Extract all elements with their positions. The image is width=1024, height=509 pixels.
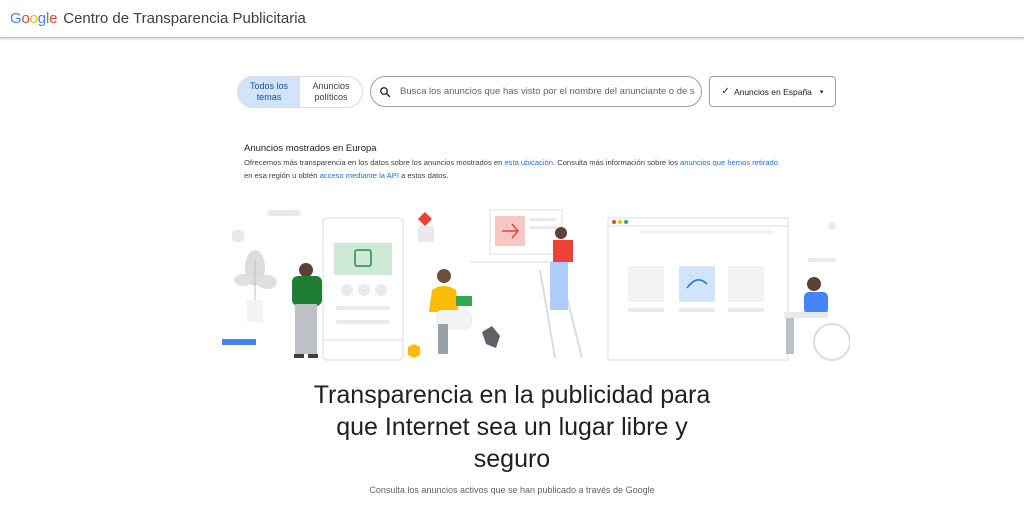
hero-subline: Consulta los anuncios activos que se han…	[369, 485, 655, 495]
top-bar: Google Centro de Transparencia Publicita…	[0, 0, 1024, 38]
check-icon: ✓	[721, 86, 730, 97]
notice-text: Ofrecemos más transparencia en los datos…	[244, 157, 844, 182]
search-icon	[380, 86, 391, 97]
region-label: Anuncios en España	[733, 86, 812, 97]
europe-notice: Anuncios mostrados en Europa Ofrecemos m…	[244, 143, 844, 182]
logo-letter: G	[10, 10, 22, 27]
phone-mockup	[322, 217, 404, 361]
link-api-access[interactable]: acceso mediante la API	[320, 171, 399, 180]
person-wheelchair-illustration	[784, 277, 850, 361]
browser-mockup	[607, 217, 789, 361]
logo-letter: o	[21, 10, 30, 27]
person-green-illustration	[292, 263, 322, 358]
notice-title: Anuncios mostrados en Europa	[244, 143, 377, 154]
person-yellow-illustration	[429, 269, 500, 354]
notice-text-part: a estos datos.	[398, 170, 449, 180]
google-logo[interactable]: Google	[10, 10, 57, 27]
hero-illustration	[222, 209, 850, 361]
logo-letter: e	[49, 10, 58, 27]
tab-political-ads[interactable]: Anuncios políticos	[300, 77, 362, 107]
region-selector[interactable]: ✓ Anuncios en España ▾	[709, 76, 836, 107]
search-box[interactable]	[370, 76, 702, 107]
link-removed-ads[interactable]: anuncios que hemos retirado	[680, 158, 778, 167]
logo-letter: o	[29, 10, 38, 27]
logo-letter: g	[37, 10, 46, 27]
link-this-location[interactable]: esta ubicación	[504, 158, 553, 167]
app-title: Centro de Transparencia Publicitaria	[63, 10, 306, 27]
tab-all-topics[interactable]: Todos los temas	[238, 77, 300, 107]
plant-illustration	[234, 250, 277, 322]
notice-text-part: Ofrecemos más transparencia en los datos…	[244, 158, 505, 167]
chevron-down-icon: ▾	[819, 88, 824, 96]
search-input[interactable]	[398, 85, 697, 98]
hero-headline: Transparencia en la publicidad para que …	[313, 381, 711, 473]
topic-tabs: Todos los temas Anuncios políticos	[237, 76, 363, 108]
notice-text-part: . Consulta más información sobre los	[553, 158, 681, 167]
notice-text-part: en esa región u obtén	[244, 170, 320, 180]
